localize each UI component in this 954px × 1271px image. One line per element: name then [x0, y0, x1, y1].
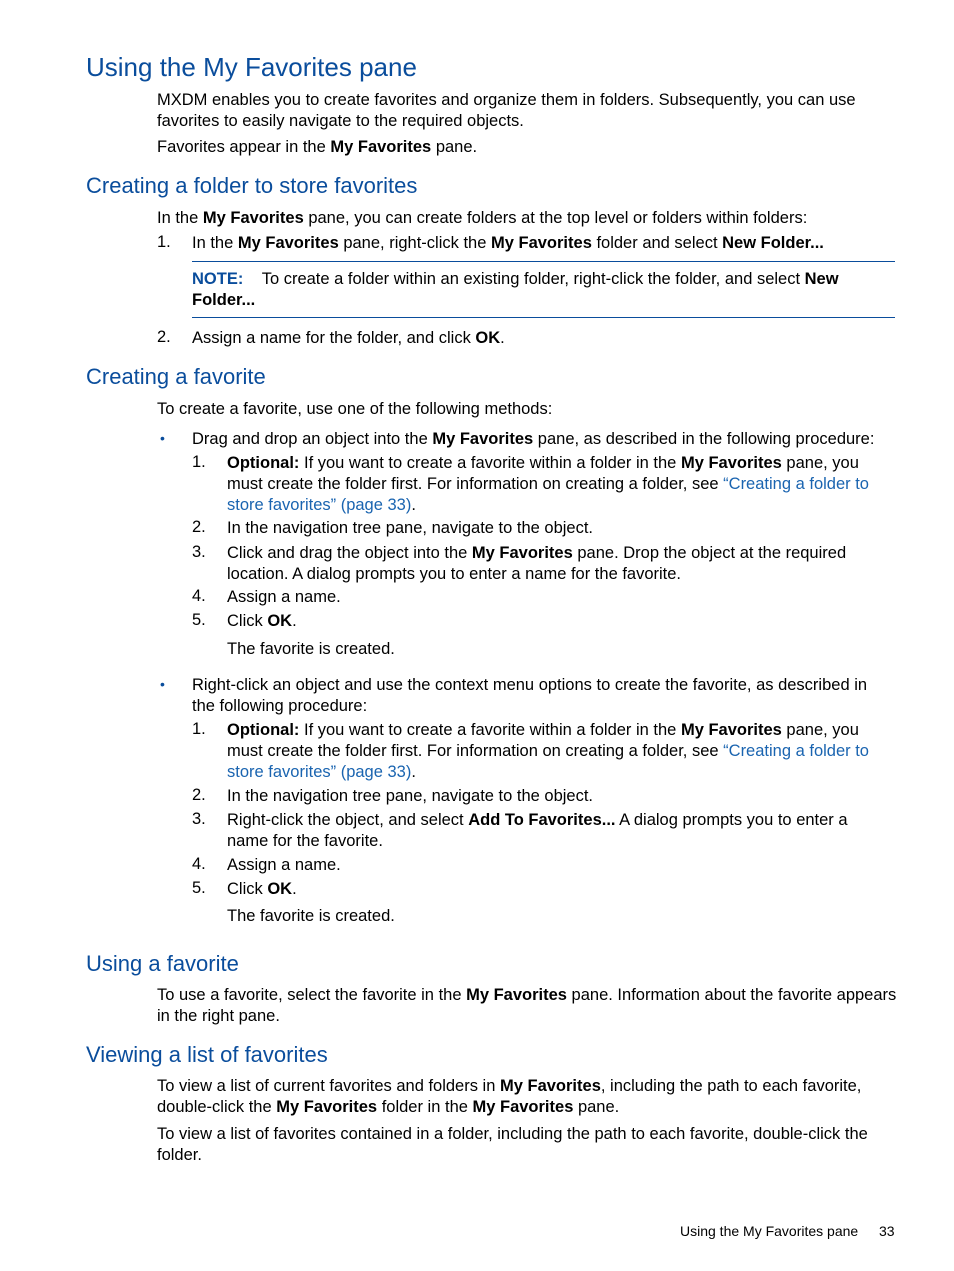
text: Click	[227, 880, 268, 898]
bold-text: My Favorites	[491, 234, 592, 252]
bold-text: My Favorites	[680, 721, 782, 739]
step-number: 1.	[157, 233, 171, 251]
using-paragraph: To use a favorite, select the favorite i…	[157, 985, 902, 1027]
text: To use a favorite, select the favorite i…	[157, 986, 467, 1004]
text: pane.	[431, 138, 478, 156]
note-bottom-rule	[192, 317, 895, 318]
drag-step-3: Click and drag the object into the My Fa…	[227, 543, 887, 585]
note-top-rule	[192, 261, 895, 262]
text: Assign a name for the folder, and click	[192, 329, 476, 347]
text: pane, as described in the following proc…	[533, 430, 875, 448]
bold-text: My Favorites	[202, 209, 304, 227]
text: Click and drag the object into the	[227, 544, 472, 562]
step-number: 3.	[192, 810, 206, 828]
text: .	[500, 329, 505, 347]
bold-text: Add To Favorites...	[468, 811, 616, 829]
bold-text: Optional:	[227, 721, 300, 739]
bullet-icon: •	[160, 430, 165, 446]
text: To view a list of current favorites and …	[157, 1077, 500, 1095]
bold-text: My Favorites	[276, 1098, 378, 1116]
drag-step-4: Assign a name.	[227, 588, 341, 606]
text: If you want to create a favorite within …	[299, 721, 681, 739]
text: Drag and drop an object into the	[192, 430, 433, 448]
bold-text: My Favorites	[432, 430, 534, 448]
bold-text: OK	[267, 612, 293, 630]
create-intro: To create a favorite, use one of the fol…	[157, 400, 553, 418]
bold-text: OK	[267, 880, 293, 898]
bold-text: My Favorites	[237, 234, 339, 252]
rc-step-4: Assign a name.	[227, 856, 341, 874]
method-drag-drop: Drag and drop an object into the My Favo…	[192, 429, 902, 450]
step-number: 3.	[192, 543, 206, 561]
text: .	[292, 880, 297, 898]
text: To create a folder within an existing fo…	[261, 270, 805, 288]
text: pane.	[573, 1098, 620, 1116]
bold-text: My Favorites	[680, 454, 782, 472]
viewing-paragraph-1: To view a list of current favorites and …	[157, 1076, 902, 1118]
text: .	[411, 763, 416, 781]
folder-step-1: In the My Favorites pane, right-click th…	[192, 233, 902, 254]
step-number: 2.	[192, 786, 206, 804]
drag-step-1: Optional: If you want to create a favori…	[227, 453, 887, 516]
text: Favorites appear in the	[157, 138, 331, 156]
bullet-icon: •	[160, 676, 165, 692]
rc-step-1: Optional: If you want to create a favori…	[227, 720, 887, 783]
heading-creating-favorite: Creating a favorite	[86, 364, 266, 389]
step-number: 5.	[192, 879, 206, 897]
method-right-click: Right-click an object and use the contex…	[192, 676, 868, 715]
step-number: 5.	[192, 611, 206, 629]
rc-step-5: Click OK.	[227, 879, 887, 900]
page-number: 33	[879, 1223, 895, 1239]
text: Right-click the object, and select	[227, 811, 469, 829]
step-number: 2.	[192, 518, 206, 536]
bold-text: My Favorites	[466, 986, 567, 1004]
drag-result: The favorite is created.	[227, 640, 395, 658]
text: Click	[227, 612, 268, 630]
intro-paragraph: MXDM enables you to create favorites and…	[157, 91, 856, 130]
folder-intro: In the My Favorites pane, you can create…	[157, 208, 902, 229]
text: In the	[192, 234, 238, 252]
bold-text: OK	[475, 329, 501, 347]
bold-text: My Favorites	[471, 544, 573, 562]
footer-section-title: Using the My Favorites pane	[680, 1223, 859, 1239]
step-number: 4.	[192, 587, 206, 605]
intro-paragraph-2: Favorites appear in the My Favorites pan…	[157, 137, 902, 158]
page-title: Using the My Favorites pane	[86, 52, 417, 82]
heading-using-favorite: Using a favorite	[86, 951, 239, 976]
text: pane, you can create folders at the top …	[303, 209, 808, 227]
step-number: 4.	[192, 855, 206, 873]
step-number: 1.	[192, 453, 206, 471]
rc-step-3: Right-click the object, and select Add T…	[227, 810, 887, 852]
text: folder and select	[591, 234, 723, 252]
bold-text: My Favorites	[472, 1098, 574, 1116]
text: folder in the	[377, 1098, 473, 1116]
heading-viewing-list: Viewing a list of favorites	[86, 1042, 328, 1067]
step-number: 1.	[192, 720, 206, 738]
bold-text: New Folder...	[722, 234, 824, 252]
text: .	[411, 496, 416, 514]
heading-creating-folder: Creating a folder to store favorites	[86, 173, 418, 198]
note: NOTE: To create a folder within an exist…	[192, 269, 882, 311]
bold-text: My Favorites	[330, 138, 432, 156]
bold-text: Optional:	[227, 454, 300, 472]
note-label: NOTE:	[192, 270, 244, 288]
text: In the	[157, 209, 203, 227]
text: pane, right-click the	[338, 234, 491, 252]
folder-step-2: Assign a name for the folder, and click …	[192, 328, 937, 349]
viewing-paragraph-2: To view a list of favorites contained in…	[157, 1125, 868, 1164]
text: .	[292, 612, 297, 630]
drag-step-5: Click OK.	[227, 611, 887, 632]
rc-step-2: In the navigation tree pane, navigate to…	[227, 787, 594, 805]
drag-step-2: In the navigation tree pane, navigate to…	[227, 519, 594, 537]
bold-text: My Favorites	[500, 1077, 601, 1095]
text: If you want to create a favorite within …	[299, 454, 681, 472]
rc-result: The favorite is created.	[227, 907, 395, 925]
step-number: 2.	[157, 328, 171, 346]
